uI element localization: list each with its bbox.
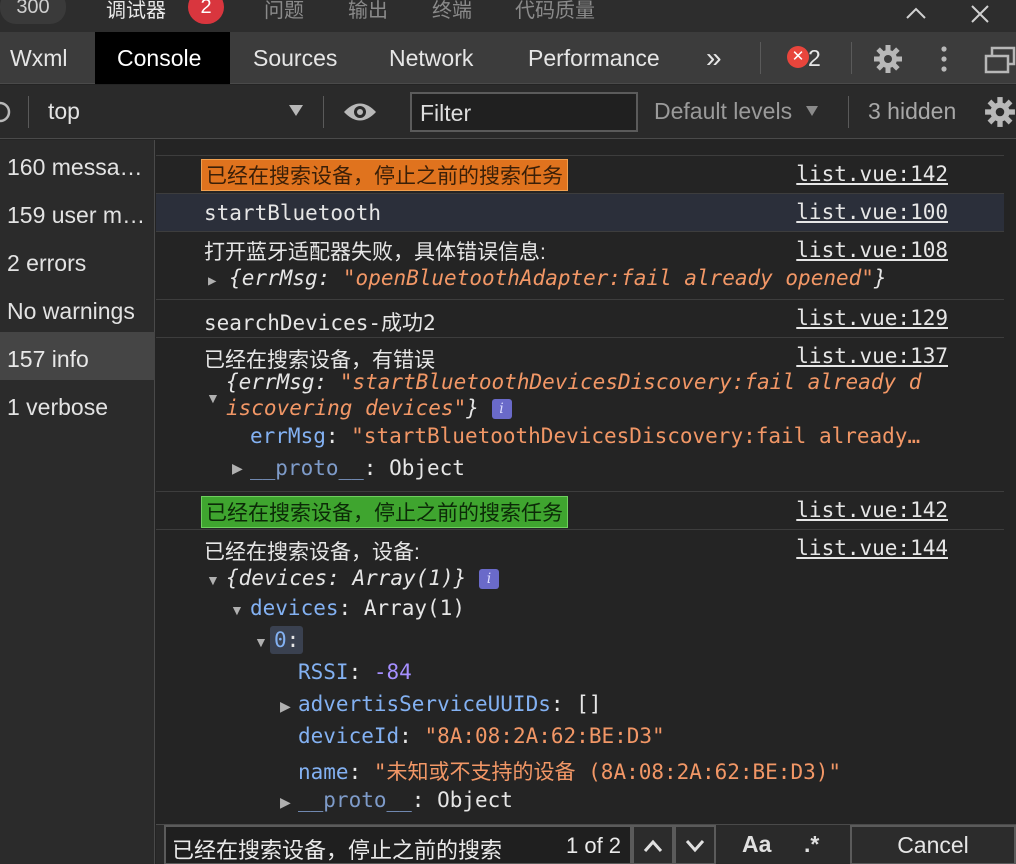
search-prev-button[interactable] (632, 825, 674, 864)
object-preview[interactable]: {devices: Array(1)} i (226, 566, 499, 590)
console-message: 已经在搜索设备，停止之前的搜索任务 list.vue:142 (156, 492, 1004, 530)
property-row[interactable]: advertisServiceUUIDs: [] (298, 692, 601, 716)
collapse-triangle-icon[interactable]: ▼ (254, 634, 268, 650)
console-message: 打开蓝牙适配器失败，具体错误信息: list.vue:108 ▶ {errMsg… (156, 232, 1004, 300)
object-preview[interactable]: ▶ {errMsg: "openBluetoothAdapter:fail al… (208, 266, 887, 290)
property-row: name: "未知或不支持的设备 (8A:08:2A:62:BE:D3)" (298, 760, 842, 784)
info-icon[interactable]: i (478, 569, 499, 589)
proto-row[interactable]: __proto__: Object (298, 788, 513, 812)
live-expression-eye-icon[interactable] (342, 97, 378, 132)
regex-button[interactable]: .* (804, 831, 819, 858)
console-message: startBluetooth list.vue:100 (156, 194, 1004, 232)
source-link[interactable]: list.vue:137 (796, 344, 948, 368)
tab-network[interactable]: Network (379, 32, 483, 84)
info-icon[interactable]: i (491, 399, 512, 419)
message-text: 已经在搜索设备，停止之前的搜索任务 (201, 496, 568, 528)
debugger-badge: 2 (188, 0, 224, 24)
source-link[interactable]: list.vue:144 (796, 536, 948, 560)
tab-sources[interactable]: Sources (243, 32, 347, 84)
source-link[interactable]: list.vue:142 (796, 162, 948, 186)
array-index-row[interactable]: 0: (270, 626, 304, 654)
expand-triangle-icon[interactable]: ▶ (280, 698, 291, 715)
expand-triangle-icon[interactable]: ▶ (208, 273, 216, 289)
sidebar-item-info[interactable]: 157 info (0, 332, 155, 380)
property-row[interactable]: devices: Array(1) (250, 596, 465, 620)
sidebar-item-user-messages[interactable]: 159 user messages (0, 188, 155, 236)
object-preview-cont: iscovering devices"} i (226, 396, 512, 420)
more-options-icon[interactable] (937, 44, 951, 79)
tab-performance[interactable]: Performance (518, 32, 670, 84)
search-query: 已经在搜索设备，停止之前的搜索 (172, 838, 503, 863)
cancel-search-button[interactable]: Cancel (850, 825, 1016, 864)
console-sidebar: 160 messages 159 user messages 2 errors … (0, 140, 155, 864)
chevron-up-icon (643, 839, 663, 852)
object-preview[interactable]: {errMsg: "startBluetoothDevicesDiscovery… (226, 370, 921, 394)
sidebar-item-errors[interactable]: 2 errors (0, 236, 155, 284)
console-message: 已经在搜索设备，设备: list.vue:144 ▼ {devices: Arr… (156, 530, 1004, 824)
sidebar-item-verbose[interactable]: 1 verbose (0, 380, 155, 428)
undock-icon[interactable] (984, 46, 1016, 79)
settings-gear-icon[interactable] (873, 44, 903, 79)
sidebar-item-messages[interactable]: 160 messages (0, 140, 155, 188)
message-text: searchDevices-成功2 (204, 311, 436, 335)
console-messages: 已经在搜索设备，停止之前的搜索任务 list.vue:142 startBlue… (156, 140, 1016, 824)
console-message: 已经在搜索设备，有错误 list.vue:137 ▼ {errMsg: "sta… (156, 338, 1004, 492)
source-link[interactable]: list.vue:100 (796, 200, 948, 224)
filter-input[interactable]: Filter (410, 92, 638, 132)
console-toolbar: top Filter Default levels 3 hidden (0, 85, 1016, 139)
search-match-count: 1 of 2 (566, 833, 622, 858)
context-dropdown-icon[interactable] (288, 103, 304, 122)
console-scrollbar[interactable] (1004, 140, 1016, 824)
devtools-tab-bar: Wxml Console Sources Network Performance… (0, 32, 1016, 84)
console-search-bar: 已经在搜索设备，停止之前的搜索 1 of 2 Aa .* Cancel (156, 824, 1016, 864)
console-message (156, 140, 1004, 156)
expand-triangle-icon[interactable]: ▶ (232, 460, 243, 477)
search-next-button[interactable] (674, 825, 716, 864)
message-text: 已经在搜索设备，停止之前的搜索任务 (201, 159, 568, 191)
expand-triangle-icon[interactable]: ▶ (280, 794, 291, 811)
property-row: RSSI: -84 (298, 660, 412, 684)
message-text: 已经在搜索设备，设备: (204, 541, 420, 564)
collapse-triangle-icon[interactable]: ▼ (206, 390, 220, 406)
source-link[interactable]: list.vue:142 (796, 498, 948, 522)
error-count[interactable]: 2 (804, 32, 825, 84)
tab-wxml[interactable]: Wxml (0, 32, 77, 84)
tab-debugger[interactable]: 调试器 (106, 0, 166, 23)
collapse-panel-icon[interactable] (904, 0, 928, 32)
tab-console[interactable]: Console (95, 32, 230, 84)
collapse-triangle-icon[interactable]: ▼ (206, 572, 220, 588)
log-levels-dropdown[interactable]: Default levels (654, 98, 792, 125)
chevron-down-icon (685, 840, 705, 853)
more-tabs-icon[interactable]: » (696, 32, 732, 84)
message-text: 打开蓝牙适配器失败，具体错误信息: (204, 241, 546, 264)
source-link[interactable]: list.vue:129 (796, 306, 948, 330)
collapse-triangle-icon[interactable]: ▼ (230, 602, 244, 618)
message-text: startBluetooth (204, 201, 382, 225)
clear-console-icon[interactable] (0, 100, 12, 129)
tab-output[interactable]: 输出 (348, 0, 388, 23)
counter-pill: 300 (0, 0, 66, 24)
proto-row[interactable]: __proto__: Object (250, 456, 465, 480)
tab-code-quality[interactable]: 代码质量 (515, 0, 595, 23)
tab-problems[interactable]: 问题 (264, 0, 304, 23)
hidden-count: 3 hidden (868, 98, 957, 124)
property-row: errMsg: "startBluetoothDevicesDiscovery:… (250, 424, 921, 448)
property-row: deviceId: "8A:08:2A:62:BE:D3" (298, 724, 665, 748)
search-input[interactable]: 已经在搜索设备，停止之前的搜索 1 of 2 (164, 825, 632, 864)
source-link[interactable]: list.vue:108 (796, 238, 948, 262)
console-settings-gear-icon[interactable] (984, 96, 1016, 133)
console-message: searchDevices-成功2 list.vue:129 (156, 300, 1004, 338)
tab-terminal[interactable]: 终端 (432, 0, 472, 23)
context-selector[interactable]: top (48, 98, 80, 125)
match-case-button[interactable]: Aa (742, 831, 771, 858)
top-panel-bar: 300 调试器 2 问题 输出 终端 代码质量 (0, 0, 1016, 32)
console-message: 已经在搜索设备，停止之前的搜索任务 list.vue:142 (156, 156, 1004, 194)
sidebar-item-warnings[interactable]: No warnings (0, 284, 155, 332)
levels-dropdown-icon[interactable] (805, 104, 819, 122)
close-panel-icon[interactable] (968, 0, 992, 32)
